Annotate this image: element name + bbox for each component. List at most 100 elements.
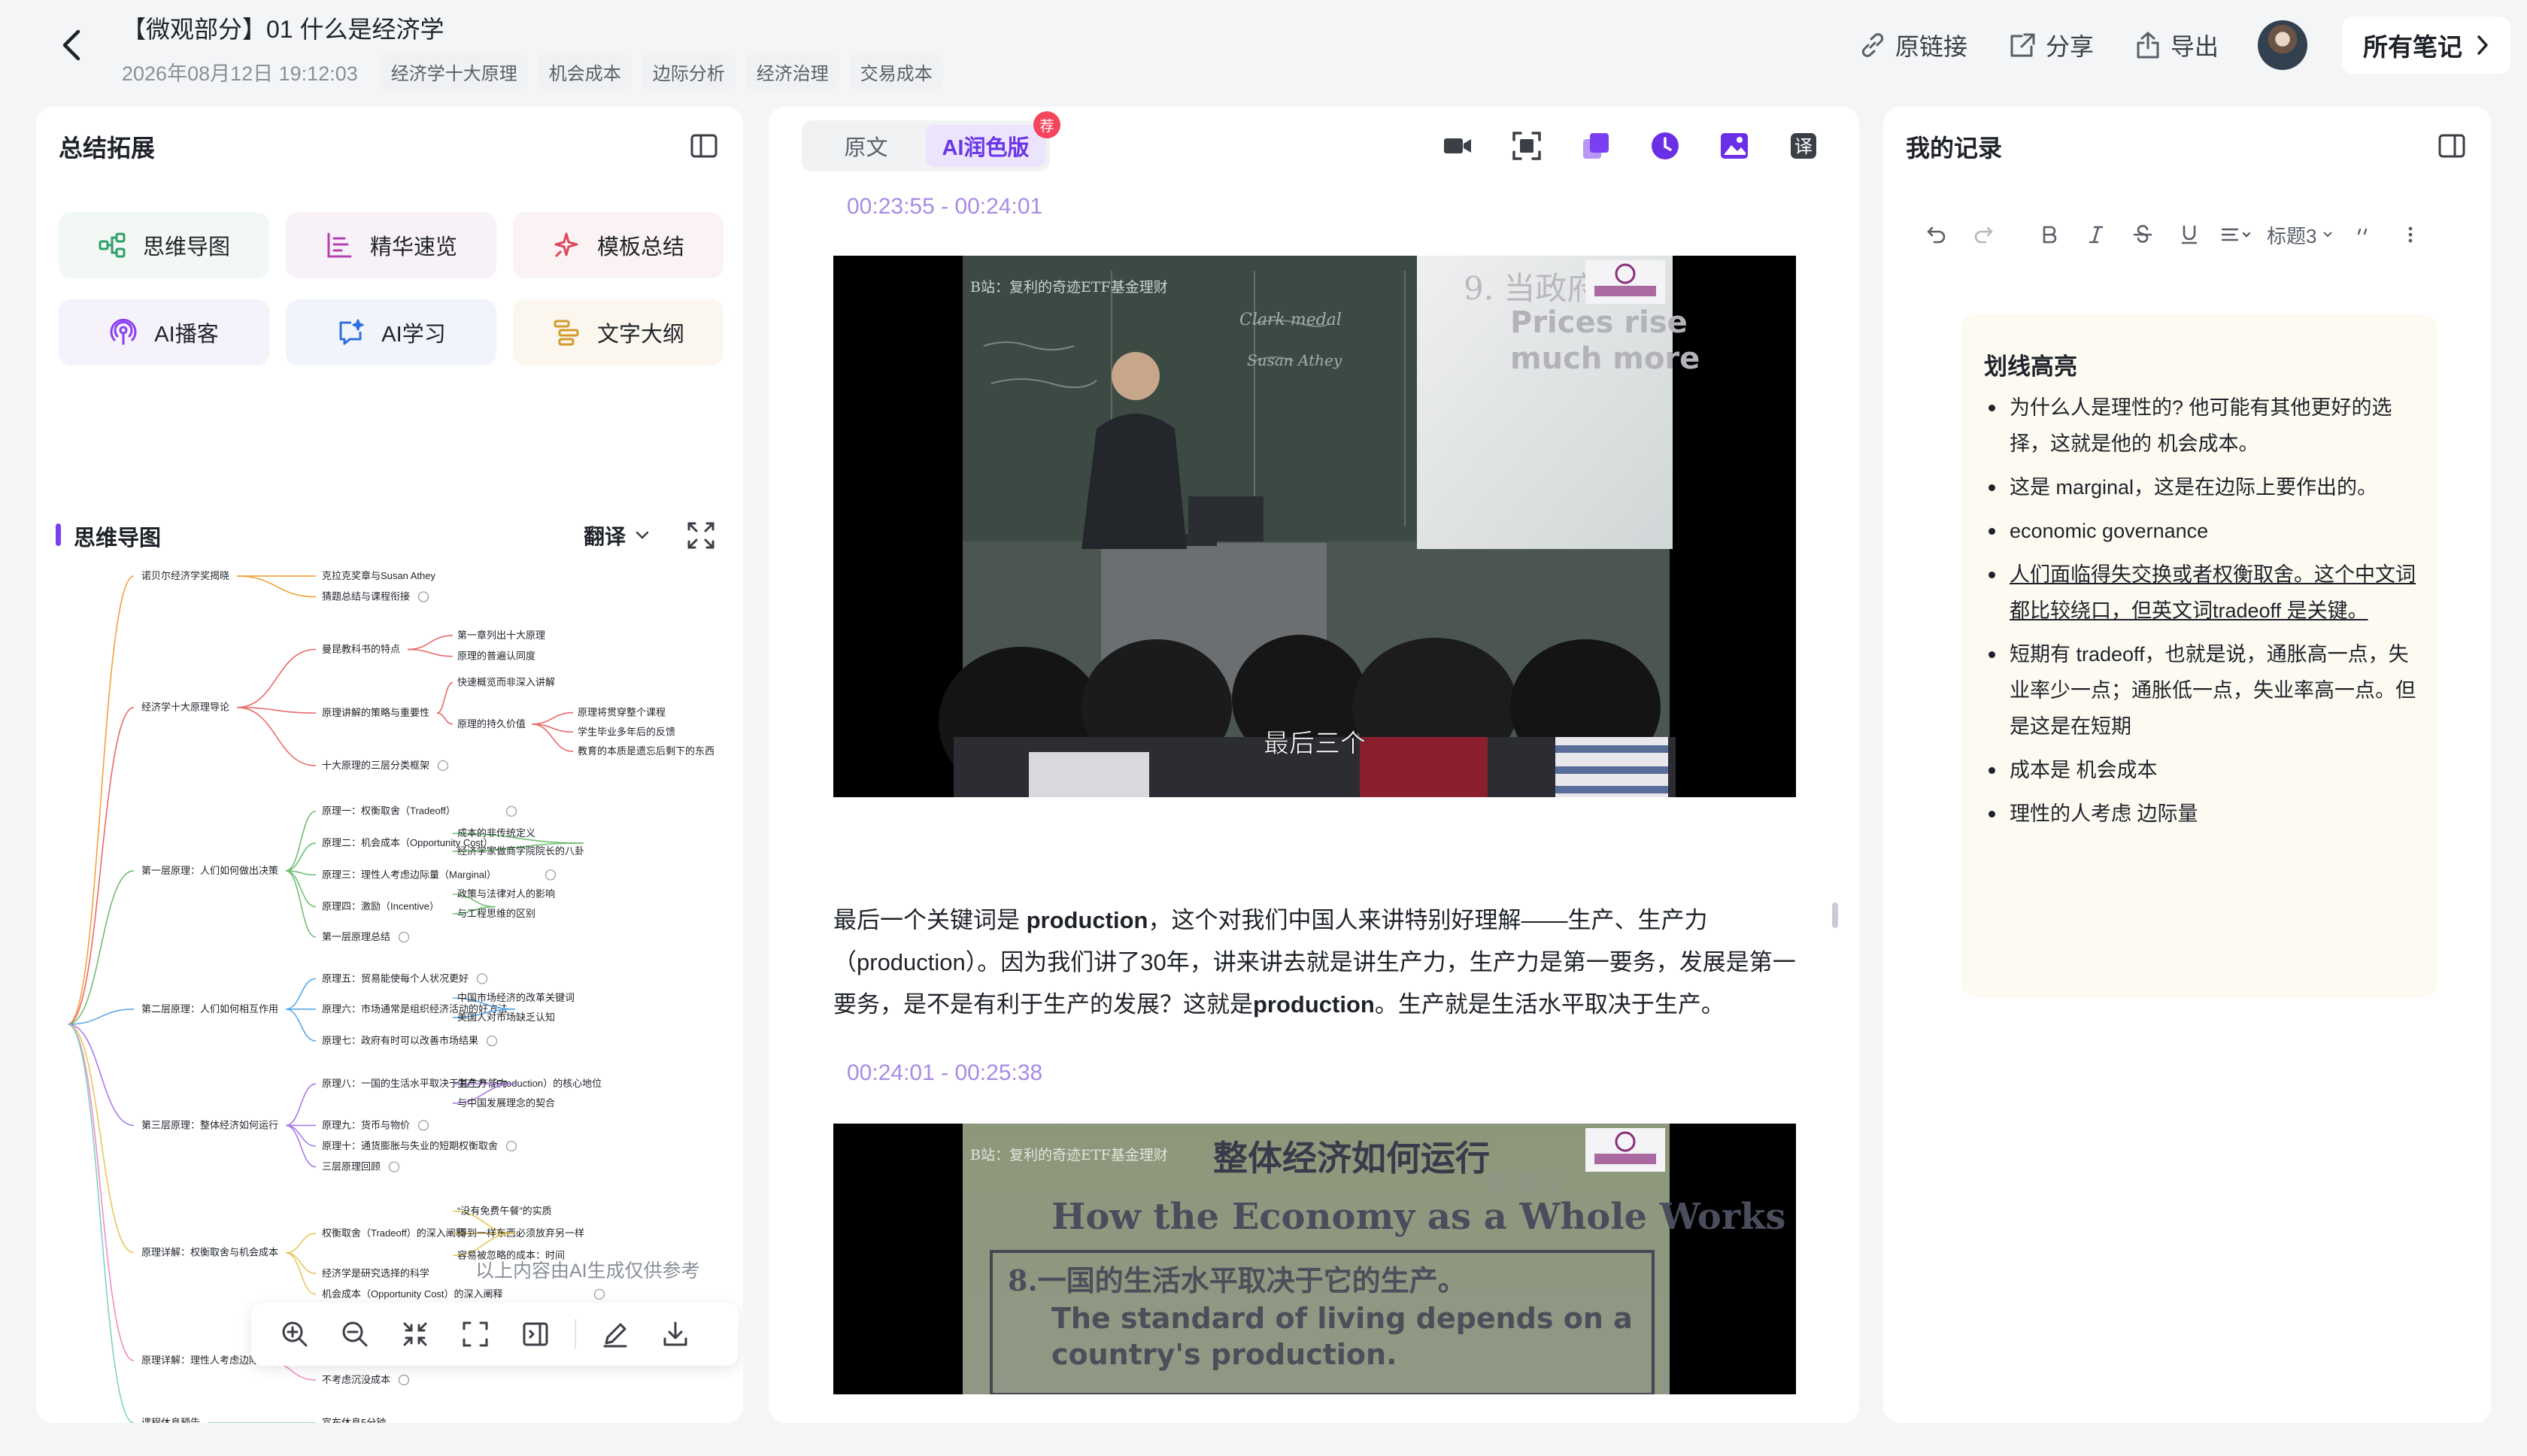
- text-outline-button[interactable]: 文字大纲: [513, 299, 724, 366]
- mindmap-node[interactable]: 原理详解：权衡取舍与机会成本: [141, 1247, 278, 1258]
- mindmap-node[interactable]: 原理讲解的策略与重要性: [322, 707, 429, 718]
- list-item[interactable]: economic governance: [1984, 513, 2420, 549]
- undo-button[interactable]: [1913, 212, 1960, 257]
- mindmap-node[interactable]: 原理七：政府有时可以改善市场结果: [322, 1035, 478, 1046]
- mindmap-node[interactable]: 诺贝尔经济学奖揭晓: [141, 570, 229, 581]
- translate-button[interactable]: 译: [1785, 128, 1822, 164]
- source-link-button[interactable]: 原链接: [1858, 28, 1967, 62]
- mindmap-node[interactable]: 原理详解：理性人考虑边际: [141, 1354, 259, 1366]
- list-item[interactable]: 理性的人考虑 边际量: [1984, 796, 2420, 832]
- zoom-out-button[interactable]: [325, 1303, 385, 1366]
- copy-button[interactable]: [1578, 128, 1614, 164]
- edit-button[interactable]: [585, 1303, 645, 1366]
- zoom-in-button[interactable]: [265, 1303, 325, 1366]
- mindmap-node[interactable]: 原理将贯穿整个课程: [578, 707, 666, 718]
- share-button[interactable]: 分享: [2007, 28, 2094, 62]
- mindmap-node[interactable]: 原理四：激励（Incentive）: [322, 901, 439, 912]
- mindmap-node[interactable]: 与中国发展理念的契合: [457, 1097, 555, 1109]
- mindmap-node[interactable]: 权衡取舍（Tradeoff）的深入阐释: [322, 1227, 466, 1239]
- mindmap-node[interactable]: “没有免费午餐”的实质: [457, 1205, 552, 1216]
- list-item[interactable]: 这是 marginal，这是在边际上要作出的。: [1984, 469, 2420, 505]
- strikethrough-button[interactable]: [2119, 212, 2166, 257]
- tab-original[interactable]: 原文: [806, 125, 926, 167]
- mindmap-node[interactable]: 三层原理回顾: [322, 1161, 381, 1172]
- mindmap-node[interactable]: 机会成本（Opportunity Cost）的深入阐释: [322, 1288, 503, 1300]
- mindmap-node[interactable]: 原理的持久价值: [457, 718, 526, 730]
- video-button[interactable]: [1439, 128, 1476, 164]
- mindmap-button[interactable]: 思维导图: [59, 212, 269, 278]
- video-frame[interactable]: B站：复利的奇迹ETF基金理财 Clark medal Susan Athey …: [833, 256, 1796, 797]
- ai-podcast-button[interactable]: AI播客: [59, 299, 269, 366]
- mindmap-node[interactable]: 得到一样东西必须放弃另一样: [457, 1227, 584, 1239]
- collapse-button[interactable]: [385, 1303, 445, 1366]
- video-frame[interactable]: B站：复利的奇迹ETF基金理财 整体经济如何运行 爱课程 How the Eco…: [833, 1124, 1796, 1394]
- redo-button[interactable]: [1960, 212, 2007, 257]
- heading-dropdown[interactable]: 标题3: [2259, 212, 2340, 257]
- mindmap-node[interactable]: 经济学家做商学院院长的八卦: [457, 845, 584, 857]
- tag[interactable]: 交易成本: [849, 54, 943, 89]
- collapse-toggle-icon[interactable]: [505, 1140, 517, 1152]
- mindmap-node[interactable]: 第一章列出十大原理: [457, 629, 545, 641]
- list-item[interactable]: 成本是 机会成本: [1984, 752, 2420, 788]
- tag[interactable]: 经济治理: [745, 54, 839, 89]
- italic-button[interactable]: [2073, 212, 2119, 257]
- mindmap-node[interactable]: 十大原理的三层分类框架: [322, 760, 429, 771]
- tab-ai-polished[interactable]: AI润色版: [926, 125, 1045, 167]
- mindmap-node[interactable]: 学生毕业多年后的反馈: [578, 726, 675, 737]
- mindmap-node[interactable]: 快速概览而非深入讲解: [457, 677, 555, 688]
- template-summary-button[interactable]: 模板总结: [513, 212, 724, 278]
- align-dropdown[interactable]: [2213, 212, 2259, 257]
- mindmap-node[interactable]: 生产力（Production）的核心地位: [457, 1078, 602, 1089]
- mindmap-node[interactable]: 第一层原理总结: [322, 931, 390, 942]
- mindmap-node[interactable]: 政策与法律对人的影响: [457, 888, 555, 899]
- transcript-paragraph[interactable]: 最后一个关键词是 production，这个对我们中国人来讲特别好理解——生产、…: [833, 899, 1811, 1026]
- mindmap-node[interactable]: 课程休息预告: [141, 1417, 200, 1423]
- mindmap-node[interactable]: 宣布休息5分钟: [322, 1417, 386, 1423]
- transcript-scroll-area[interactable]: 00:23:55 - 00:24:01 B站：复利的奇迹ETF基金理财 Clar…: [769, 184, 1859, 1423]
- segment-timestamp[interactable]: 00:24:01 - 00:25:38: [847, 1060, 1042, 1086]
- collapse-toggle-icon[interactable]: [417, 591, 429, 602]
- sidebar-toggle-icon[interactable]: [2437, 131, 2467, 161]
- mindmap-node[interactable]: 美国人对市场缺乏认知: [457, 1012, 555, 1023]
- mindmap-node[interactable]: 与工程思维的区别: [457, 908, 535, 919]
- avatar[interactable]: [2258, 20, 2307, 70]
- collapse-toggle-icon[interactable]: [437, 760, 449, 772]
- collapse-toggle-icon[interactable]: [476, 973, 488, 984]
- mindmap-node[interactable]: 克拉克奖章与Susan Athey: [322, 570, 435, 581]
- mindmap-node[interactable]: 不考虑沉没成本: [322, 1374, 390, 1385]
- screenshot-button[interactable]: [1509, 128, 1545, 164]
- timestamp-button[interactable]: [1647, 128, 1683, 164]
- ai-learn-button[interactable]: AI学习: [286, 299, 496, 366]
- back-button[interactable]: [53, 23, 90, 68]
- layout-button[interactable]: [505, 1303, 566, 1366]
- mindmap-node[interactable]: 经济学十大原理导论: [141, 702, 229, 713]
- mindmap-node[interactable]: 原理三：理性人考虑边际量（Marginal）: [322, 869, 496, 880]
- export-button[interactable]: 导出: [2133, 28, 2219, 62]
- list-item[interactable]: 人们面临得失交换或者权衡取舍。这个中文词都比较绕口，但英文词tradeoff 是…: [1984, 557, 2420, 629]
- mindmap-node[interactable]: 猜题总结与课程衔接: [322, 591, 410, 602]
- collapse-toggle-icon[interactable]: [398, 1374, 410, 1386]
- mindmap-node[interactable]: 教育的本质是遗忘后剩下的东西: [578, 745, 714, 757]
- mindmap-canvas[interactable]: 诺贝尔经济学奖揭晓 克拉克奖章与Susan Athey 猜题总结与课程衔接经济学十大…: [36, 558, 743, 1423]
- mindmap-node[interactable]: 原理一：权衡取舍（Tradeoff）: [322, 805, 456, 817]
- list-item[interactable]: 为什么人是理性的? 他可能有其他更好的选择，这就是他的 机会成本。: [1984, 390, 2420, 462]
- collapse-toggle-icon[interactable]: [486, 1036, 498, 1047]
- mindmap-node[interactable]: 曼昆教科书的特点: [322, 643, 400, 654]
- fullscreen-icon[interactable]: [684, 519, 717, 552]
- tag[interactable]: 边际分析: [642, 54, 736, 89]
- collapse-toggle-icon[interactable]: [593, 1288, 605, 1300]
- mindmap-node[interactable]: 原理五：贸易能使每个人状况更好: [322, 972, 469, 984]
- translate-dropdown[interactable]: 翻译: [584, 520, 650, 551]
- tag[interactable]: 机会成本: [538, 54, 632, 89]
- fit-view-button[interactable]: [445, 1303, 505, 1366]
- scrollbar-thumb[interactable]: [1832, 902, 1838, 928]
- image-button[interactable]: [1716, 128, 1752, 164]
- download-button[interactable]: [645, 1303, 705, 1366]
- mindmap-node[interactable]: 第一层原理：人们如何做出决策: [141, 865, 278, 876]
- mindmap-node[interactable]: 原理的普遍认同度: [457, 651, 535, 662]
- more-button[interactable]: [2387, 212, 2434, 257]
- underline-button[interactable]: [2166, 212, 2213, 257]
- mindmap-node[interactable]: 第三层原理：整体经济如何运行: [141, 1119, 278, 1130]
- tag[interactable]: 经济学十大原理: [380, 54, 528, 89]
- mindmap-node[interactable]: 成本的非传统定义: [457, 827, 535, 839]
